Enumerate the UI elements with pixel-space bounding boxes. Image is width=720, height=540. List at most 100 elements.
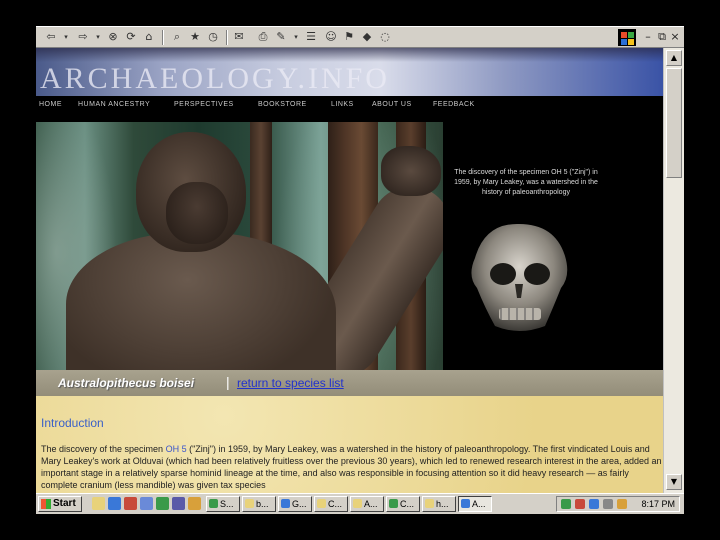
system-tray: 8:17 PM — [556, 496, 680, 512]
nav-home[interactable]: HOME — [39, 101, 62, 108]
outlook-icon[interactable] — [172, 497, 185, 510]
chevron-down-icon[interactable]: ▾ — [62, 30, 70, 44]
site-banner: ARCHAEOLOGY.INFO — [36, 48, 663, 96]
folder-icon — [353, 499, 362, 508]
page-viewport: ARCHAEOLOGY.INFO HOME HUMAN ANCESTRY PER… — [36, 48, 663, 493]
toolbar-separator — [226, 30, 228, 45]
body-paragraph: The discovery of the specimen OH 5 ("Zin… — [41, 443, 663, 491]
taskbar-task-2[interactable]: b... — [242, 496, 276, 512]
nav-links[interactable]: LINKS — [331, 101, 354, 108]
app-icon — [389, 499, 398, 508]
forward-arrow-icon[interactable]: ⇨ — [76, 30, 90, 44]
refresh-icon[interactable]: ⟳ — [124, 30, 138, 44]
hominid-face — [166, 182, 228, 244]
vertical-scrollbar[interactable]: ▲ ▼ — [663, 48, 684, 493]
antivirus-icon[interactable] — [575, 499, 585, 509]
favorites-icon[interactable]: ★ — [188, 30, 202, 44]
task-label: G... — [292, 499, 307, 509]
side-panel: The discovery of the specimen OH 5 ("Zin… — [443, 122, 663, 370]
task-label: S... — [220, 499, 234, 509]
scroll-thumb[interactable] — [666, 68, 682, 178]
mail-icon[interactable]: ✉ — [232, 30, 246, 44]
skull-image — [471, 223, 568, 331]
toolbar-separator — [162, 30, 164, 45]
taskbar-task-3[interactable]: G... — [278, 496, 312, 512]
search-icon[interactable]: ⌕ — [170, 30, 184, 44]
species-title-bar: Australopithecus boisei | return to spec… — [36, 370, 663, 396]
minimize-icon[interactable]: – — [642, 30, 654, 44]
site-title[interactable]: ARCHAEOLOGY.INFO — [40, 62, 390, 96]
chevron-down-icon[interactable]: ▾ — [94, 30, 102, 44]
app-icon — [209, 499, 218, 508]
nav-feedback[interactable]: FEEDBACK — [433, 101, 475, 108]
back-arrow-icon[interactable]: ⇦ — [44, 30, 58, 44]
browser-icon — [461, 499, 470, 508]
clock[interactable]: 8:17 PM — [641, 499, 675, 509]
folder-icon — [425, 499, 434, 508]
task-label: A... — [364, 499, 378, 509]
bookmark-icon[interactable]: ◆ — [360, 30, 374, 44]
messenger-tray-icon[interactable] — [589, 499, 599, 509]
word-icon[interactable] — [124, 497, 137, 510]
content-area: Introduction The discovery of the specim… — [36, 396, 663, 493]
folder-icon[interactable] — [92, 497, 105, 510]
browser-icon[interactable] — [108, 497, 121, 510]
browser-toolbar: ⇦ ▾ ⇨ ▾ ⊗ ⟳ ⌂ ⌕ ★ ◷ ✉ ⎙ ✎ ▾ ☰ ☺ ⚑ ◆ ◌ – … — [36, 26, 684, 48]
task-label: C... — [328, 499, 343, 509]
network-icon[interactable] — [561, 499, 571, 509]
nav-perspectives[interactable]: PERSPECTIVES — [174, 101, 234, 108]
start-label: Start — [53, 498, 76, 509]
print-icon[interactable]: ⎙ — [256, 30, 270, 44]
scroll-up-icon[interactable]: ▲ — [666, 50, 682, 66]
edit-icon[interactable]: ✎ — [274, 30, 288, 44]
desktop-icon[interactable] — [140, 497, 153, 510]
volume-icon[interactable] — [603, 499, 613, 509]
desktop-screen: ⇦ ▾ ⇨ ▾ ⊗ ⟳ ⌂ ⌕ ★ ◷ ✉ ⎙ ✎ ▾ ☰ ☺ ⚑ ◆ ◌ – … — [36, 26, 684, 514]
site-nav: HOME HUMAN ANCESTRY PERSPECTIVES BOOKSTO… — [36, 96, 663, 122]
chat-icon[interactable]: ◌ — [378, 30, 392, 44]
species-name: Australopithecus boisei — [58, 376, 195, 390]
restore-icon[interactable]: ⧉ — [656, 30, 668, 44]
discuss-icon[interactable]: ☰ — [304, 30, 318, 44]
folder-icon — [317, 499, 326, 508]
home-icon[interactable]: ⌂ — [142, 30, 156, 44]
return-to-species-list-link[interactable]: return to species list — [237, 376, 344, 390]
update-icon[interactable] — [617, 499, 627, 509]
title-divider: | — [226, 374, 230, 390]
taskbar-task-7[interactable]: h... — [422, 496, 456, 512]
hominid-body — [66, 232, 336, 370]
taskbar-task-5[interactable]: A... — [350, 496, 384, 512]
task-label: A... — [472, 499, 486, 509]
messenger-icon[interactable]: ☺ — [324, 30, 338, 44]
research-icon[interactable]: ⚑ — [342, 30, 356, 44]
task-label: C... — [400, 499, 415, 509]
taskbar-task-4[interactable]: C... — [314, 496, 348, 512]
specimen-caption: The discovery of the specimen OH 5 ("Zin… — [454, 169, 598, 196]
app-icon — [281, 499, 290, 508]
body-text-start: The discovery of the specimen — [41, 444, 166, 454]
taskbar-task-1[interactable]: S... — [206, 496, 240, 512]
nav-human-ancestry[interactable]: HUMAN ANCESTRY — [78, 101, 150, 108]
stop-icon[interactable]: ⊗ — [106, 30, 120, 44]
close-icon[interactable]: × — [669, 30, 681, 44]
hominid-hand — [381, 146, 441, 196]
hominid-reconstruction-image — [36, 122, 443, 370]
oh5-link[interactable]: OH 5 — [166, 444, 187, 454]
taskbar: Start S... b... G... C... A... C... h...… — [36, 493, 684, 514]
chevron-down-icon[interactable]: ▾ — [292, 30, 300, 44]
task-label: b... — [256, 499, 269, 509]
messenger-icon[interactable] — [188, 497, 201, 510]
start-button[interactable]: Start — [38, 496, 82, 512]
nav-bookstore[interactable]: BOOKSTORE — [258, 101, 307, 108]
media-icon[interactable] — [156, 497, 169, 510]
history-icon[interactable]: ◷ — [206, 30, 220, 44]
folder-icon — [245, 499, 254, 508]
windows-logo-icon — [618, 29, 636, 46]
scroll-down-icon[interactable]: ▼ — [666, 474, 682, 490]
taskbar-task-8[interactable]: A... — [458, 496, 492, 512]
section-heading: Introduction — [41, 416, 104, 430]
taskbar-task-6[interactable]: C... — [386, 496, 420, 512]
nav-about-us[interactable]: ABOUT US — [372, 101, 412, 108]
task-label: h... — [436, 499, 449, 509]
windows-flag-icon — [41, 499, 51, 509]
